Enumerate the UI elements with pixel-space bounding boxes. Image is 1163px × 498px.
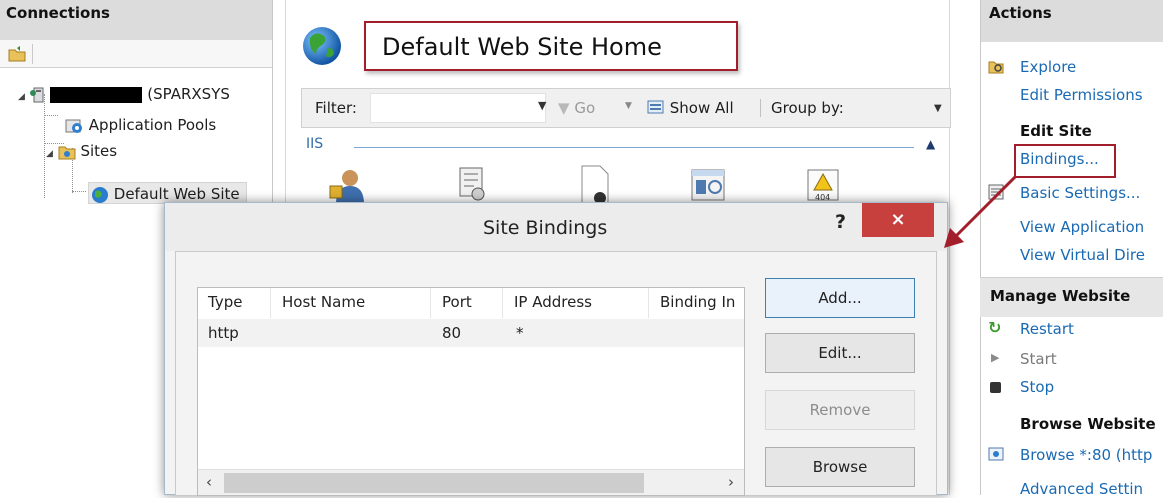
folder-up-icon[interactable] [8,45,26,63]
table-row[interactable] [198,319,744,347]
tree-server-node[interactable]: ◢ (SPARXSYS [18,83,230,105]
funnel-icon: ▼ [558,99,570,117]
explore-link[interactable]: Explore [1020,58,1076,76]
edit-permissions-link[interactable]: Edit Permissions [1020,86,1143,104]
collapse-arrow-icon[interactable]: ◢ [46,149,53,159]
restart-link[interactable]: Restart [1020,320,1074,338]
column-header-port[interactable]: Port [442,293,472,311]
globe-icon [92,186,108,203]
collapse-arrow-icon[interactable]: ◢ [18,92,25,102]
advanced-settings-link[interactable]: Advanced Settin [1020,480,1143,498]
globe-icon [303,27,341,65]
tree-default-web-site[interactable]: Default Web Site [88,182,247,204]
group-by-label: Group by: [760,99,844,117]
scroll-down-icon[interactable]: ▼ [934,103,942,114]
edit-site-heading: Edit Site [1020,122,1092,140]
remove-button[interactable]: Remove [765,390,915,430]
dialog-title: Site Bindings [483,217,608,239]
server-icon [29,87,44,102]
home-title-highlight: Default Web Site Home [364,21,738,71]
bindings-list[interactable]: Type Host Name Port IP Address Binding I… [197,287,745,496]
cell-type: http [208,324,239,342]
collapse-section-icon[interactable]: ▲ [926,137,935,151]
cell-port: 80 [442,324,462,342]
view-applications-link[interactable]: View Application [1020,218,1144,236]
stop-icon [990,382,1001,393]
application-pools-icon [65,119,82,133]
start-link[interactable]: Start [1020,350,1057,368]
filter-label: Filter: [315,99,357,117]
tree-application-pools[interactable]: Application Pools [64,114,216,136]
basic-settings-icon [988,184,1004,200]
site-bindings-dialog: Site Bindings ? × Type Host Name Port IP… [164,202,948,496]
connections-toolbar [0,40,272,68]
column-separator[interactable] [430,288,431,318]
actions-header: Actions [981,0,1163,42]
show-all-button[interactable]: Show All [647,99,734,117]
document-icon[interactable] [576,164,612,204]
scroll-right-icon[interactable]: › [728,473,734,491]
svg-text:404: 404 [815,193,830,202]
browse-button[interactable]: Browse [765,447,915,487]
redacted-server-name [50,86,143,103]
column-header-host-name[interactable]: Host Name [282,293,365,311]
close-button[interactable]: × [862,203,934,237]
manage-website-heading: Manage Website [990,287,1131,305]
application-pools-label: Application Pools [88,116,217,134]
default-web-site-label: Default Web Site [113,185,240,203]
explore-folder-icon [988,61,1004,74]
view-virtual-directories-link[interactable]: View Virtual Dire [1020,246,1145,264]
go-dropdown-icon[interactable]: ▼ [625,101,632,111]
browse-website-heading: Browse Website [1020,415,1156,433]
sites-folder-icon [58,146,76,159]
column-separator[interactable] [270,288,271,318]
certificates-icon[interactable] [454,164,490,204]
show-all-icon [647,100,664,114]
bindings-highlight [1014,144,1116,178]
filter-dropdown-icon[interactable]: ▼ [538,99,546,112]
page-title: Default Web Site Home [382,33,662,61]
browse-icon [988,447,1004,461]
column-header-binding-info[interactable]: Binding In [660,293,735,311]
cell-ip-address: * [516,324,524,342]
browse-80-link[interactable]: Browse *:80 (http [1020,446,1152,464]
filter-bar: Filter: ▼ ▼ Go ▼ Show All Group by: ▼ [301,88,951,128]
column-header-type[interactable]: Type [208,293,242,311]
column-separator[interactable] [648,288,649,318]
basic-settings-link[interactable]: Basic Settings... [1020,184,1140,202]
connections-header: Connections [0,0,272,40]
add-button[interactable]: Add... [765,278,915,318]
column-separator[interactable] [502,288,503,318]
stop-link[interactable]: Stop [1020,378,1054,396]
section-divider [354,147,914,148]
column-header-ip-address[interactable]: IP Address [514,293,592,311]
restart-icon: ↻ [988,318,1002,337]
go-button[interactable]: ▼ Go [558,99,595,117]
directory-browsing-icon[interactable] [690,164,726,204]
server-name-label: (SPARXSYS [147,85,230,103]
tree-sites[interactable]: ◢ Sites [46,140,117,162]
dialog-titlebar[interactable]: Site Bindings ? × [165,203,947,251]
help-button[interactable]: ? [835,211,846,233]
scrollbar-thumb[interactable] [224,473,644,493]
error-pages-icon[interactable]: 404 [806,164,842,204]
filter-input[interactable] [370,93,546,123]
edit-button[interactable]: Edit... [765,333,915,373]
iis-section-label: IIS [306,136,324,152]
start-icon: ▶ [991,351,1000,364]
sites-label: Sites [80,142,118,160]
scroll-left-icon[interactable]: ‹ [206,473,212,491]
horizontal-scrollbar[interactable]: ‹ › [198,469,744,495]
authentication-icon[interactable] [328,164,364,204]
